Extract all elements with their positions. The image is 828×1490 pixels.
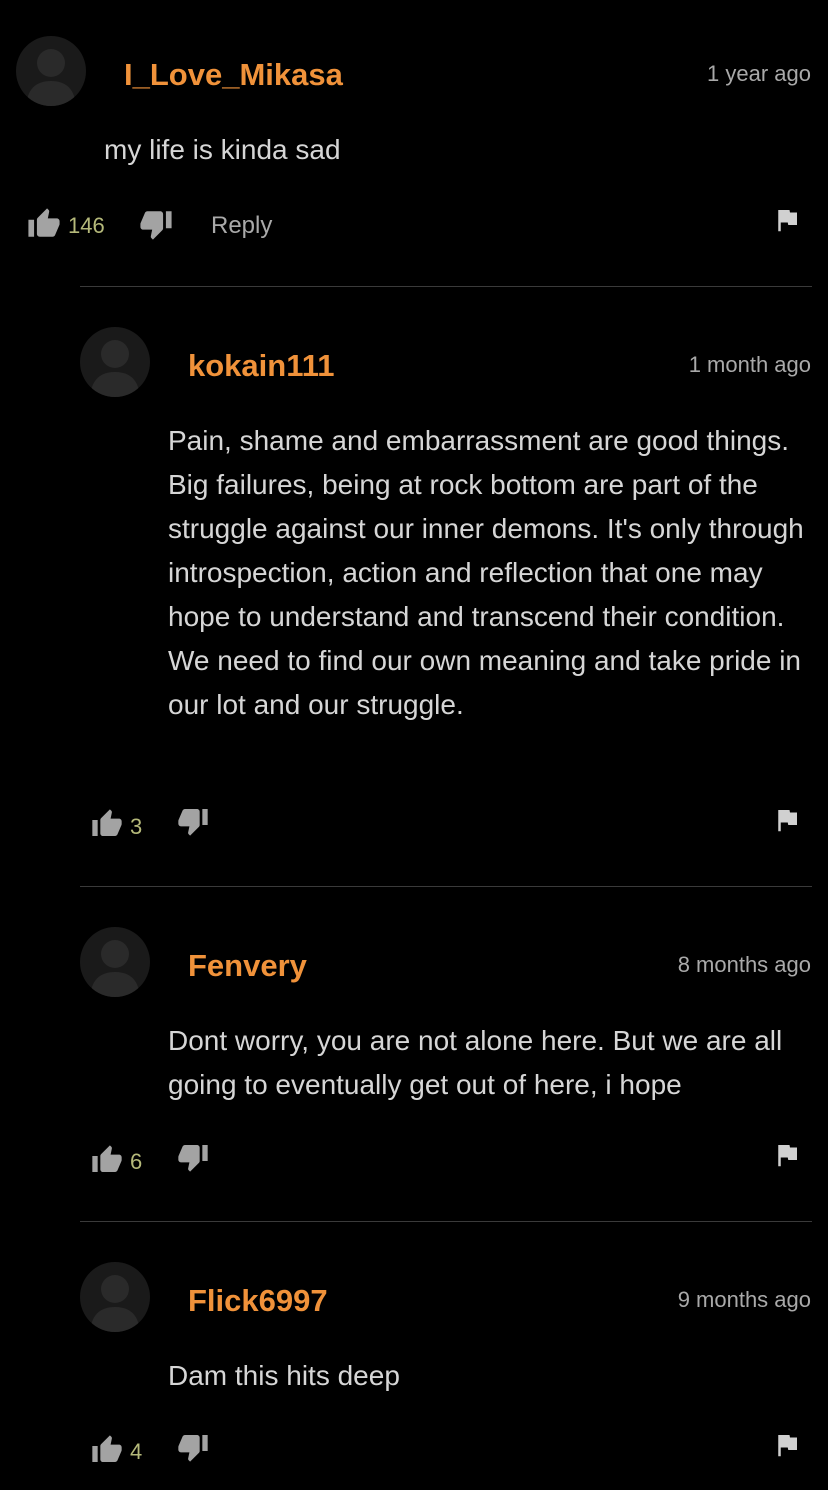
- like-count: 146: [68, 213, 105, 238]
- divider: [80, 286, 812, 287]
- comment-timestamp: 9 months ago: [677, 1287, 811, 1312]
- thumbs-down-icon[interactable]: [138, 207, 174, 241]
- comment-username[interactable]: Flick6997: [188, 1283, 328, 1319]
- comment-text: my life is kinda sad: [104, 134, 341, 165]
- comment-username[interactable]: Fenvery: [188, 948, 307, 984]
- avatar[interactable]: [80, 927, 150, 997]
- thumbs-down-icon[interactable]: [176, 1431, 210, 1463]
- avatar[interactable]: [80, 1262, 150, 1332]
- divider: [80, 1221, 812, 1222]
- thumbs-up-icon[interactable]: [90, 1434, 124, 1466]
- comment-text: Dam this hits deep: [168, 1360, 400, 1391]
- flag-icon[interactable]: [772, 804, 802, 836]
- like-count: 3: [130, 814, 143, 839]
- flag-icon[interactable]: [772, 204, 802, 236]
- user-silhouette-icon: [90, 340, 140, 397]
- like-count: 4: [130, 1439, 143, 1464]
- comment-text: Dont worry, you are not alone here. But …: [168, 1025, 791, 1100]
- comment-timestamp: 8 months ago: [677, 952, 811, 977]
- avatar[interactable]: [80, 327, 150, 397]
- comment-username[interactable]: I_Love_Mikasa: [124, 57, 343, 93]
- reply-button[interactable]: Reply: [211, 212, 272, 240]
- comment-timestamp: 1 year ago: [707, 61, 811, 86]
- user-silhouette-icon: [90, 1275, 140, 1332]
- thumbs-up-icon[interactable]: [26, 207, 62, 241]
- comment-username[interactable]: kokain111: [188, 348, 335, 384]
- flag-icon[interactable]: [772, 1139, 802, 1171]
- flag-icon[interactable]: [772, 1429, 802, 1461]
- thumbs-down-icon[interactable]: [176, 805, 210, 837]
- user-silhouette-icon: [90, 940, 140, 997]
- thumbs-up-icon[interactable]: [90, 1144, 124, 1176]
- thumbs-down-icon[interactable]: [176, 1141, 210, 1173]
- thumbs-up-icon[interactable]: [90, 808, 124, 840]
- like-count: 6: [130, 1149, 143, 1174]
- divider: [80, 886, 812, 887]
- comment-timestamp: 1 month ago: [688, 352, 811, 377]
- avatar[interactable]: [16, 36, 86, 106]
- user-silhouette-icon: [26, 49, 76, 106]
- comment-text: Pain, shame and embarrassment are good t…: [168, 425, 812, 720]
